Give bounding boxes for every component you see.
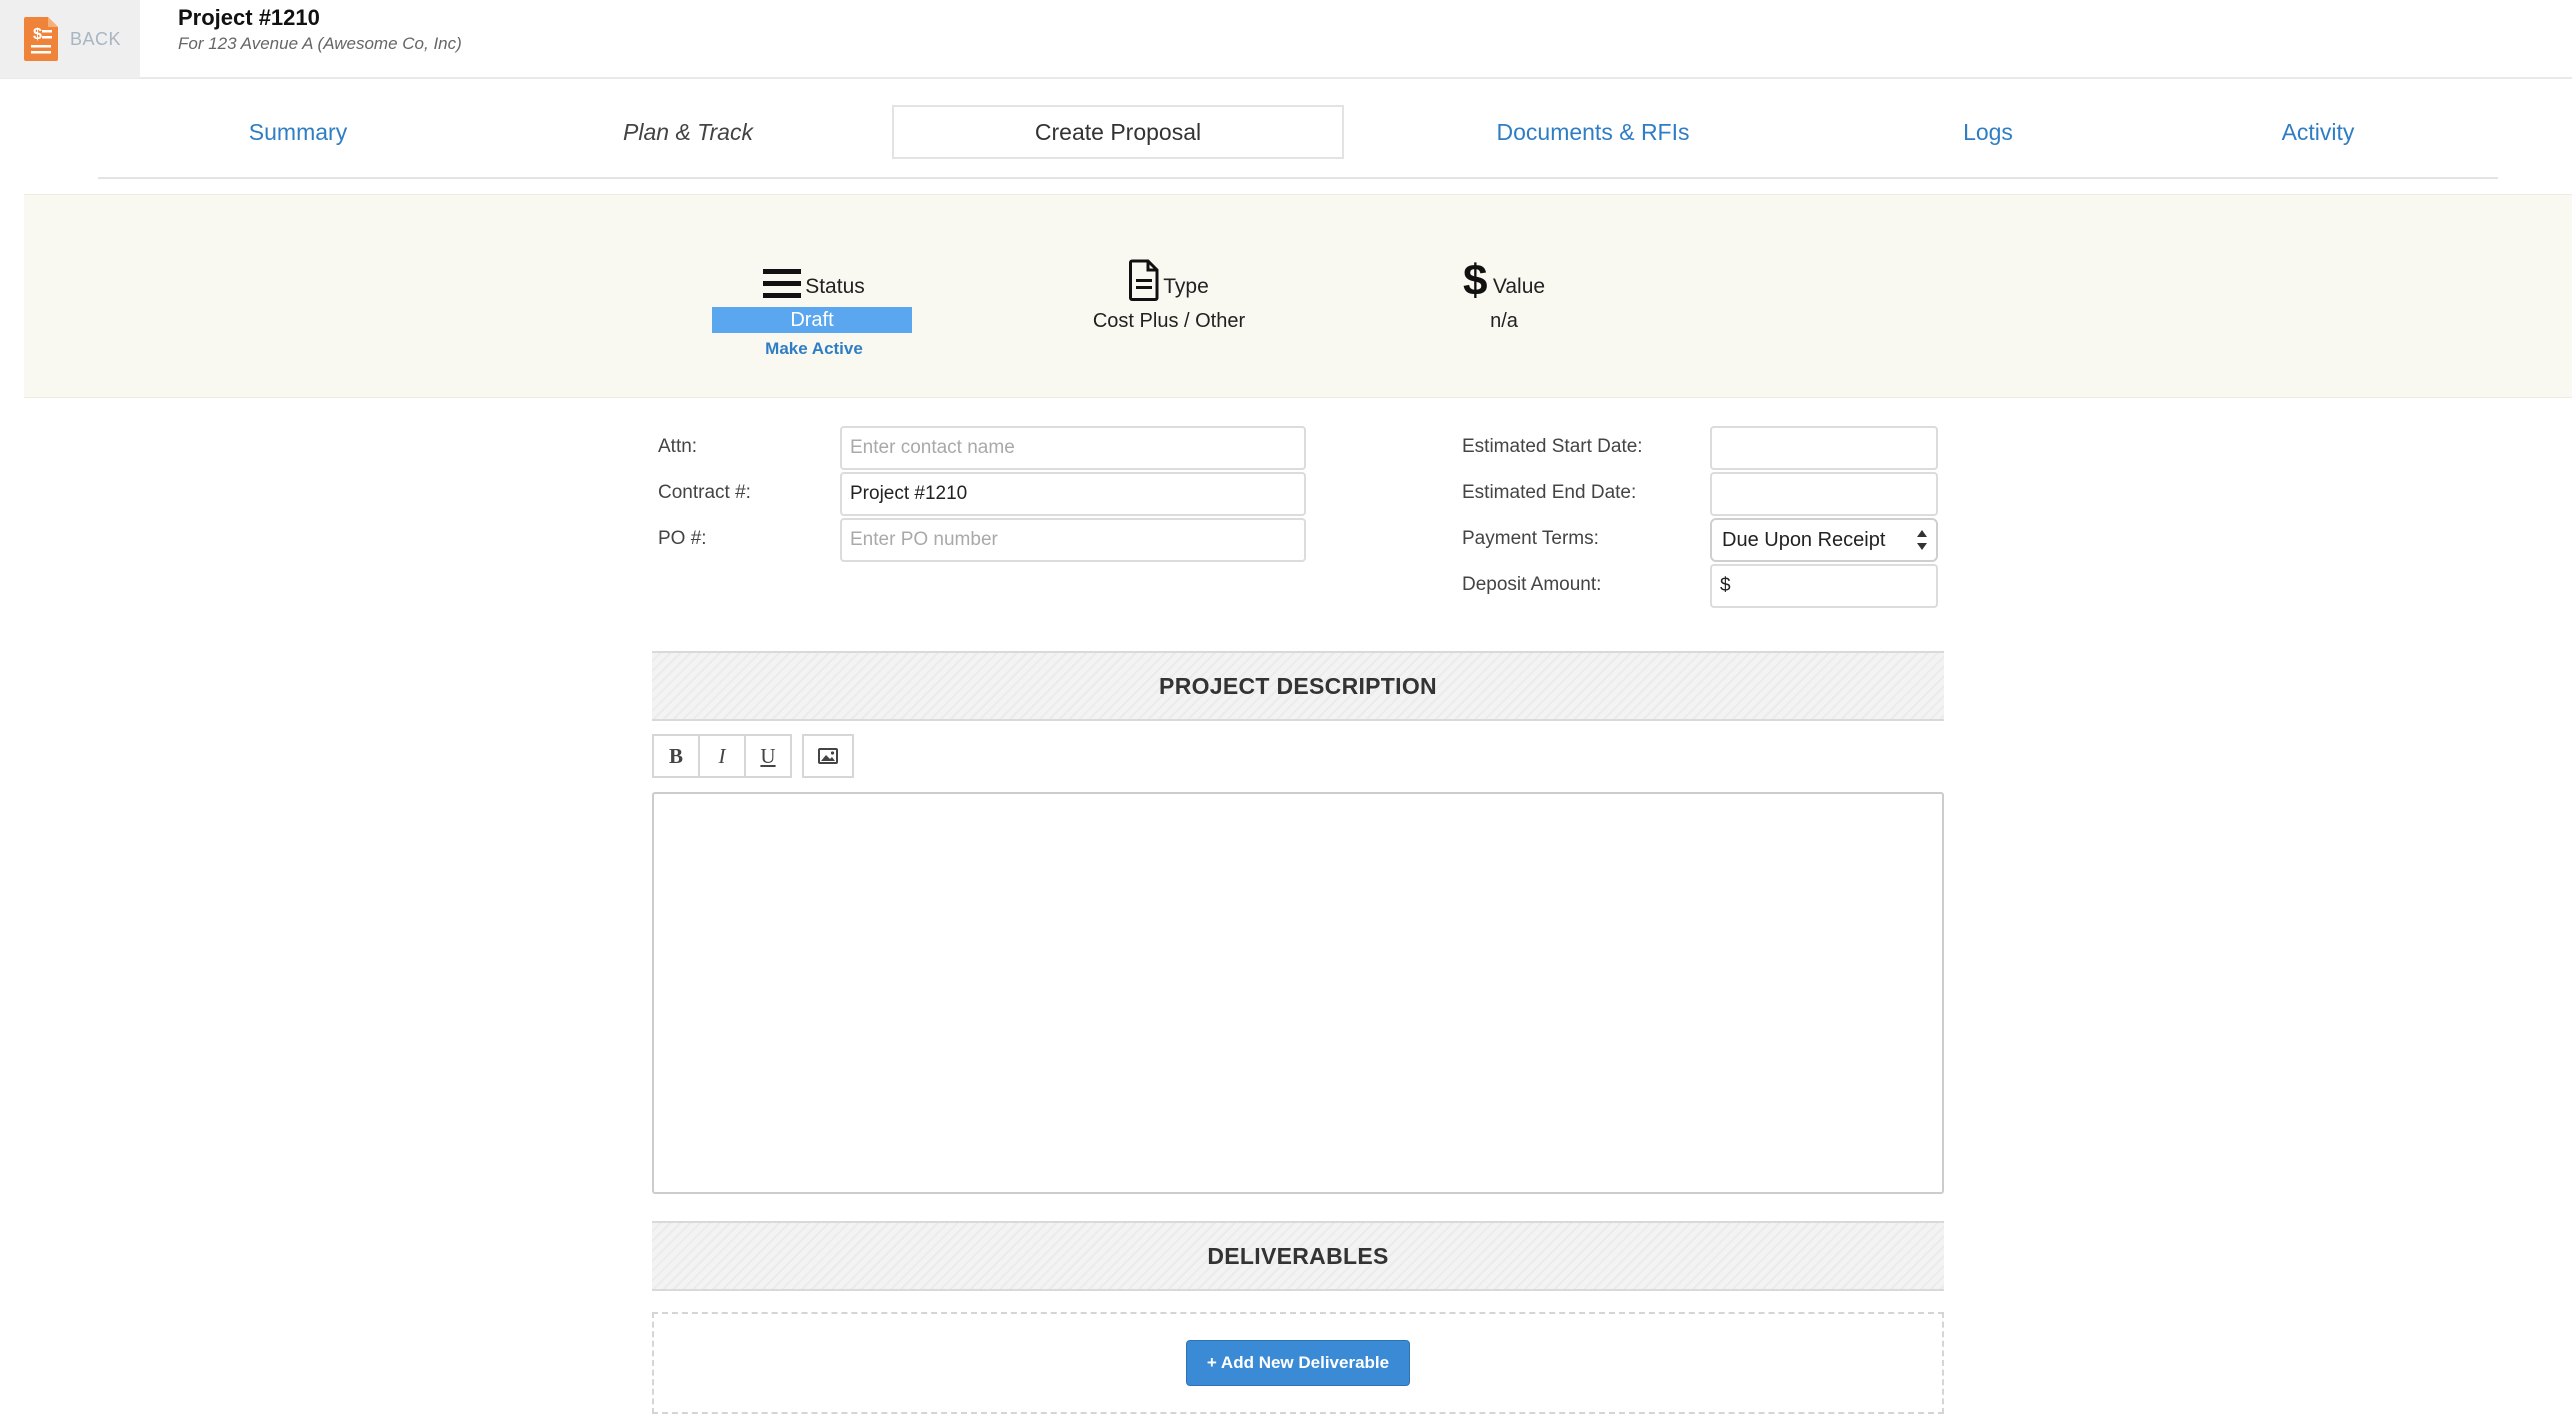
tab-plan-track[interactable]: Plan & Track xyxy=(608,105,768,159)
payment-terms-label: Payment Terms: xyxy=(1462,528,1599,549)
end-date-input[interactable] xyxy=(1710,472,1938,516)
value-amount: n/a xyxy=(1490,310,1518,332)
svg-text:$: $ xyxy=(1463,257,1487,301)
tab-summary[interactable]: Summary xyxy=(218,105,378,159)
payment-terms-select[interactable]: Due Upon Receipt xyxy=(1710,518,1938,562)
underline-button[interactable]: U xyxy=(744,734,792,778)
contract-label: Contract #: xyxy=(658,482,751,503)
deposit-label: Deposit Amount: xyxy=(1462,574,1602,595)
start-date-input[interactable] xyxy=(1710,426,1938,470)
add-deliverable-button[interactable]: + Add New Deliverable xyxy=(1186,1340,1410,1386)
back-label: BACK xyxy=(70,28,122,49)
description-editor[interactable] xyxy=(652,792,1944,1194)
deliverables-heading: DELIVERABLES xyxy=(652,1221,1944,1291)
app-header: $ BACK Project #1210 For 123 Avenue A (A… xyxy=(0,0,2572,79)
select-arrows-icon xyxy=(1917,530,1927,550)
tab-activity[interactable]: Activity xyxy=(2248,105,2388,159)
page: $ BACK Project #1210 For 123 Avenue A (A… xyxy=(0,0,2572,1428)
list-icon xyxy=(763,269,802,298)
insert-image-button[interactable] xyxy=(802,734,854,778)
attn-input[interactable] xyxy=(840,426,1306,470)
dollar-icon: $ xyxy=(1463,257,1487,301)
attn-label: Attn: xyxy=(658,436,698,457)
value-stat: $ Value n/a xyxy=(1424,253,1584,333)
start-date-label: Estimated Start Date: xyxy=(1462,436,1643,457)
project-description-heading: PROJECT DESCRIPTION xyxy=(652,651,1944,721)
document-dollar-icon: $ xyxy=(24,17,58,61)
type-label: Type xyxy=(1163,275,1209,298)
deposit-input[interactable] xyxy=(1710,564,1938,608)
payment-terms-value: Due Upon Receipt xyxy=(1722,528,1886,551)
type-stat: Type Cost Plus / Other xyxy=(1044,253,1294,333)
tab-logs[interactable]: Logs xyxy=(1918,105,2058,159)
value-label: Value xyxy=(1492,275,1546,298)
svg-text:$: $ xyxy=(33,26,42,43)
image-icon xyxy=(818,748,838,764)
end-date-label: Estimated End Date: xyxy=(1462,482,1637,503)
contract-input[interactable] xyxy=(840,472,1306,516)
document-icon xyxy=(1129,259,1159,301)
status-label: Status xyxy=(805,275,865,298)
tab-create-proposal[interactable]: Create Proposal xyxy=(892,105,1344,159)
type-value: Cost Plus / Other xyxy=(1092,310,1246,332)
bold-button[interactable]: B xyxy=(652,734,700,778)
italic-button[interactable]: I xyxy=(698,734,746,778)
po-label: PO #: xyxy=(658,528,707,549)
tab-documents-rfis[interactable]: Documents & RFIs xyxy=(1468,105,1718,159)
tab-bar: Summary Plan & Track Create Proposal Doc… xyxy=(98,105,2498,179)
po-input[interactable] xyxy=(840,518,1306,562)
proposal-summary: Status Draft Make Active Type Cost Plus … xyxy=(24,194,2572,398)
project-subtitle: For 123 Avenue A (Awesome Co, Inc) xyxy=(178,34,462,53)
status-stat: Status Draft Make Active xyxy=(712,253,916,359)
status-badge: Draft xyxy=(712,307,912,333)
make-active-link[interactable]: Make Active xyxy=(712,339,916,359)
back-button[interactable]: $ BACK xyxy=(0,0,140,78)
project-title: Project #1210 xyxy=(178,5,320,30)
